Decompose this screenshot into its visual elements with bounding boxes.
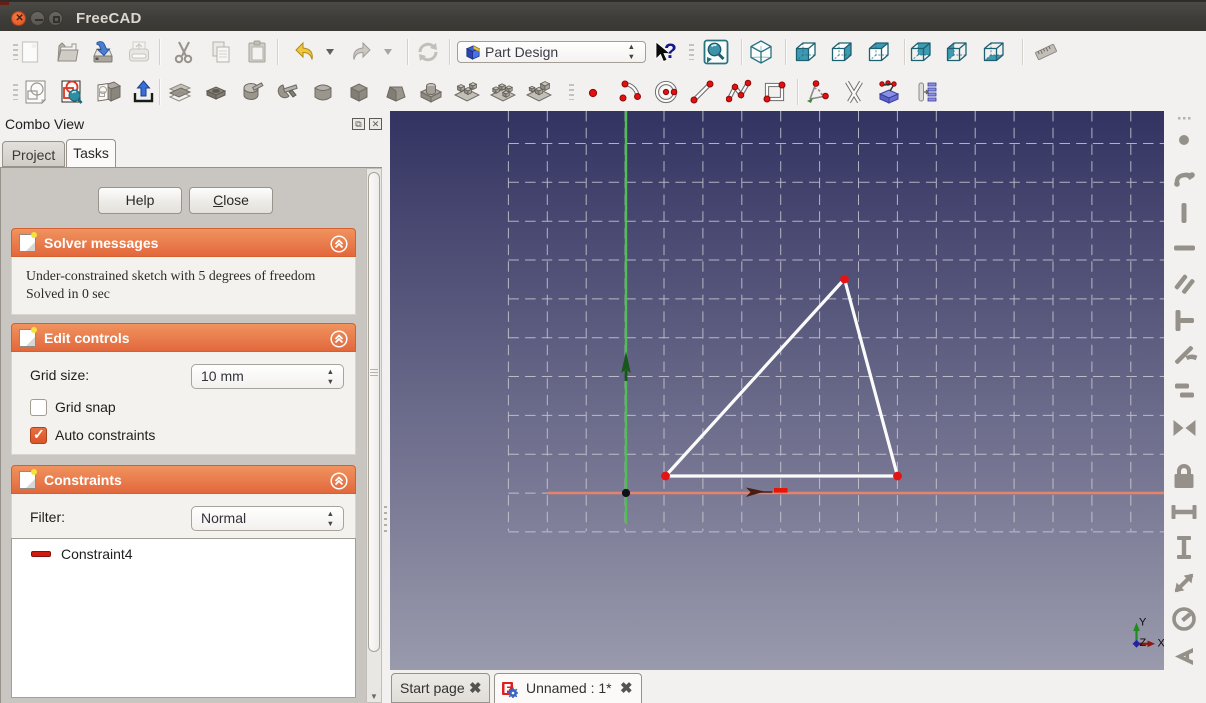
svg-text:?: ? — [664, 40, 677, 63]
svg-text:Z: Z — [1140, 637, 1147, 649]
svg-text:Y: Y — [1139, 617, 1147, 629]
